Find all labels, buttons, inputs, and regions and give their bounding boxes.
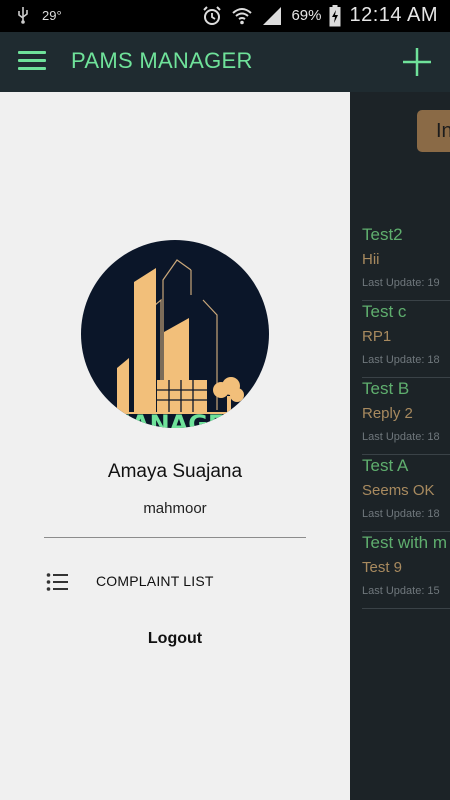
divider <box>44 537 306 538</box>
manager-logo: MANAGER <box>107 259 244 428</box>
app-title: PAMS MANAGER <box>71 48 253 73</box>
item-title: Test B <box>362 379 410 398</box>
item-reply: Seems OK <box>362 482 435 499</box>
temperature-text: 29° <box>42 7 62 23</box>
item-date: Last Update: 18 <box>362 354 440 366</box>
signal-icon <box>263 6 282 25</box>
item-title: Test c <box>362 302 407 321</box>
hamburger-icon <box>18 51 46 54</box>
alarm-icon <box>203 5 222 25</box>
item-reply: Test 9 <box>362 559 403 576</box>
logout-button[interactable]: Logout <box>0 630 350 648</box>
wifi-icon <box>232 7 253 24</box>
add-icon[interactable] <box>402 47 432 77</box>
item-reply: Reply 2 <box>362 405 413 422</box>
hamburger-icon-line <box>18 59 46 62</box>
usb-icon <box>18 7 28 24</box>
status-bar-right: 69% 12:14 AM <box>201 4 438 27</box>
item-date: Last Update: 15 <box>362 585 440 597</box>
user-name: Amaya Suajana <box>107 461 243 482</box>
list-item[interactable]: Test B Reply 2 Last Update: 18 <box>362 378 450 455</box>
filter-button[interactable]: In <box>417 110 450 152</box>
menu-button[interactable] <box>18 51 46 73</box>
status-bar-left: 29° <box>16 6 62 24</box>
navigation-drawer: MANAGER Amaya Suajana mahmoor COMPLAINT … <box>0 92 350 800</box>
list-item[interactable]: Test A Seems OK Last Update: 18 <box>362 455 450 532</box>
item-date: Last Update: 18 <box>362 431 440 443</box>
complaint-list-background: In Test2 Hii Last Update: 19 Test c RP1 … <box>350 92 450 800</box>
status-bar: 29° 69% 12:14 AM <box>0 0 450 32</box>
item-date: Last Update: 18 <box>362 508 440 520</box>
item-title: Test with m <box>362 533 448 552</box>
item-title: Test A <box>362 456 409 475</box>
user-subtitle: mahmoor <box>143 500 207 517</box>
complaint-list: Test2 Hii Last Update: 19 Test c RP1 Las… <box>362 224 450 609</box>
nav-item-label: COMPLAINT LIST <box>96 573 214 589</box>
clock-time: 12:14 AM <box>349 4 438 26</box>
hamburger-icon-line <box>18 67 46 70</box>
nav-item-complaint-list[interactable]: COMPLAINT LIST <box>0 562 350 602</box>
avatar: MANAGER <box>81 240 269 428</box>
item-date: Last Update: 19 <box>362 277 440 289</box>
item-reply: Hii <box>362 251 380 268</box>
avatar-text: MANAGER <box>107 410 243 428</box>
list-item[interactable]: Test2 Hii Last Update: 19 <box>362 224 450 301</box>
list-item[interactable]: Test c RP1 Last Update: 18 <box>362 301 450 378</box>
battery-percent: 69% <box>291 7 322 24</box>
app-bar: PAMS MANAGER <box>0 32 450 92</box>
battery-charging-icon <box>329 4 341 26</box>
item-title: Test2 <box>362 225 403 244</box>
item-reply: RP1 <box>362 328 392 345</box>
list-icon <box>46 573 68 591</box>
list-item[interactable]: Test with m Test 9 Last Update: 15 <box>362 532 450 609</box>
